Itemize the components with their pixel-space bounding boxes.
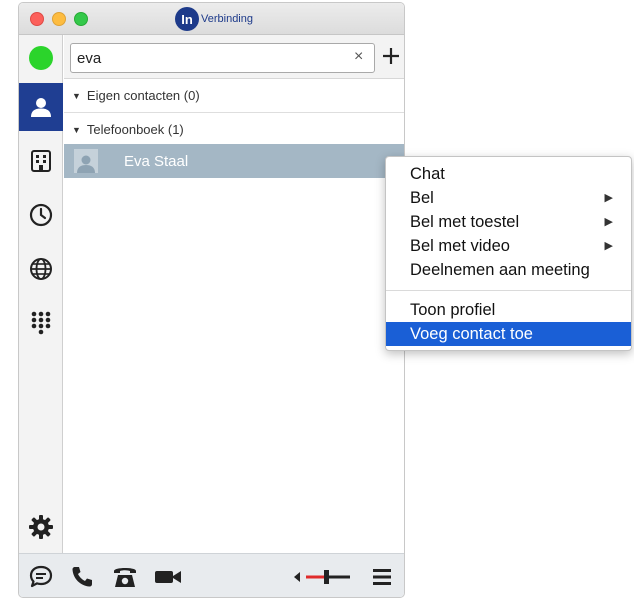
history-clock-icon	[29, 203, 53, 227]
menu-item-deelnemen-aan-meeting[interactable]: Deelnemen aan meeting	[386, 258, 631, 282]
dialpad-icon	[31, 311, 51, 335]
maximize-window-button[interactable]	[74, 12, 88, 26]
plus-icon	[383, 48, 399, 64]
add-contact-button[interactable]	[378, 41, 404, 71]
menu-item-label: Toon profiel	[410, 301, 496, 319]
group-label: Eigen contacten (0)	[86, 88, 200, 103]
group-telefoonboek[interactable]: ▼ Telefoonboek (1)	[64, 113, 404, 147]
sidebar-item-history[interactable]	[19, 191, 63, 239]
menu-item-toon-profiel[interactable]: Toon profiel	[386, 298, 631, 322]
menu-item-label: Voeg contact toe	[410, 325, 533, 343]
desk-phone-button[interactable]	[111, 564, 139, 590]
sidebar-item-web[interactable]	[19, 245, 63, 293]
video-camera-icon	[155, 571, 181, 583]
sidebar-item-dialpad[interactable]	[19, 299, 63, 347]
volume-slider-icon	[294, 570, 350, 584]
chat-bubble-icon	[29, 565, 53, 588]
menu-item-bel-met-toestel[interactable]: Bel met toestel ▶	[386, 210, 631, 234]
chat-button[interactable]	[27, 564, 55, 590]
submenu-arrow-icon: ▶	[604, 192, 613, 204]
app-window: In Verbinding eva × ▼ Eigen contacten (0…	[18, 2, 405, 598]
sidebar-item-directory[interactable]	[19, 137, 63, 185]
logo-mark: In	[175, 7, 199, 31]
search-input[interactable]	[70, 43, 375, 73]
sidebar	[19, 35, 63, 553]
globe-icon	[30, 258, 52, 280]
video-call-button[interactable]	[153, 564, 183, 590]
bottom-toolbar	[19, 553, 404, 597]
menu-item-label: Chat	[410, 165, 445, 183]
directory-icon	[31, 150, 51, 172]
group-eigen-contacten[interactable]: ▼ Eigen contacten (0)	[64, 79, 404, 113]
call-button[interactable]	[69, 564, 95, 590]
menu-item-bel-met-video[interactable]: Bel met video ▶	[386, 234, 631, 258]
title-bar: In Verbinding	[19, 3, 404, 35]
menu-item-label: Deelnemen aan meeting	[410, 261, 590, 279]
avatar	[74, 149, 98, 173]
collapse-arrow-icon: ▼	[72, 90, 81, 101]
menu-button[interactable]	[369, 564, 395, 590]
menu-item-label: Bel	[410, 189, 434, 207]
phone-handset-icon	[72, 567, 92, 587]
menu-icon	[373, 569, 391, 585]
contact-row[interactable]: Eva Staal	[64, 144, 404, 178]
avatar-placeholder-icon	[77, 155, 95, 173]
menu-separator	[386, 290, 631, 291]
menu-item-label: Bel met toestel	[410, 213, 520, 231]
minimize-window-button[interactable]	[52, 12, 66, 26]
sidebar-item-settings[interactable]	[19, 503, 63, 551]
menu-item-bel[interactable]: Bel ▶	[386, 186, 631, 210]
group-label: Telefoonboek (1)	[86, 122, 184, 137]
submenu-arrow-icon: ▶	[604, 240, 613, 252]
collapse-arrow-icon: ▼	[72, 124, 81, 135]
submenu-arrow-icon: ▶	[604, 216, 613, 228]
sidebar-item-contacts[interactable]	[19, 83, 63, 131]
volume-slider[interactable]	[291, 564, 355, 590]
menu-item-voeg-contact-toe[interactable]: Voeg contact toe	[386, 322, 631, 346]
app-logo: In Verbinding	[175, 7, 253, 31]
close-window-button[interactable]	[30, 12, 44, 26]
status-online-icon[interactable]	[29, 46, 53, 70]
contacts-icon	[31, 98, 51, 117]
settings-gear-icon	[29, 515, 53, 539]
clear-search-icon[interactable]: ×	[354, 49, 363, 65]
context-menu: Chat Bel ▶ Bel met toestel ▶ Bel met vid…	[385, 156, 632, 351]
menu-item-chat[interactable]: Chat	[386, 162, 631, 186]
contact-name: Eva Staal	[124, 152, 189, 170]
desk-phone-icon	[114, 568, 136, 587]
logo-text: Verbinding	[201, 13, 253, 25]
search-bar: ×	[64, 35, 404, 79]
menu-item-label: Bel met video	[410, 237, 510, 255]
